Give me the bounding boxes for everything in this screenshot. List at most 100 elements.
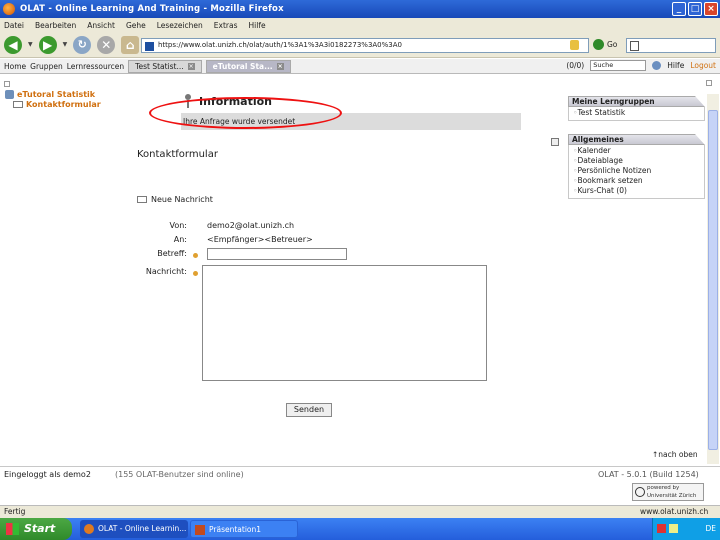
status-text: Fertig xyxy=(4,507,26,516)
close-button[interactable]: × xyxy=(704,2,718,16)
stop-icon[interactable]: ✕ xyxy=(97,35,116,54)
browser-statusbar: Fertig www.olat.unizh.ch xyxy=(0,505,720,518)
start-button[interactable]: Start xyxy=(0,518,72,540)
window-titlebar: OLAT - Online Learning And Training - Mo… xyxy=(0,0,720,18)
message-counter[interactable]: (0/0) xyxy=(566,61,584,70)
tab-etutoral-statistik[interactable]: eTutoral Sta... × xyxy=(205,59,291,73)
portlet-body: Kalender Dateiablage Persönliche Notizen… xyxy=(568,145,705,199)
vertical-scrollbar[interactable] xyxy=(707,94,719,464)
menu-bookmarks[interactable]: Lesezeichen xyxy=(157,21,203,30)
portlet-title: Meine Lerngruppen xyxy=(568,96,705,107)
portlet-link-calendar[interactable]: Kalender xyxy=(573,146,704,156)
portlet-my-groups: Meine Lerngruppen Test Statistik xyxy=(568,96,705,121)
powered-by: powered by xyxy=(647,485,680,491)
back-dropdown-icon[interactable]: ▼ xyxy=(28,41,33,48)
search-engine-icon[interactable] xyxy=(630,41,639,51)
forward-dropdown-icon[interactable]: ▼ xyxy=(63,41,68,48)
window-title: OLAT - Online Learning And Training - Mo… xyxy=(20,4,284,14)
taskbar-item-label: OLAT - Online Learnin... xyxy=(98,524,187,533)
portlet-link[interactable]: Test Statistik xyxy=(573,108,704,118)
tray-network-icon[interactable] xyxy=(669,524,678,533)
message-label: Nachricht: xyxy=(145,267,187,276)
logout-link[interactable]: Logout xyxy=(690,61,716,70)
firefox-icon xyxy=(3,3,15,15)
scroll-thumb[interactable] xyxy=(708,110,718,450)
nav-groups[interactable]: Gruppen xyxy=(30,62,63,71)
tray-antivirus-icon[interactable] xyxy=(657,524,666,533)
menu-edit[interactable]: Bearbeiten xyxy=(35,21,76,30)
help-link[interactable]: Hilfe xyxy=(667,61,684,70)
portlet-title: Allgemeines xyxy=(568,134,705,145)
tab-label: Test Statist... xyxy=(135,61,184,71)
go-arrow-icon xyxy=(593,39,604,50)
reload-icon[interactable]: ↻ xyxy=(73,35,92,54)
page-title: Kontaktformular xyxy=(137,149,218,160)
collapse-right-icon[interactable] xyxy=(706,80,712,86)
menu-view[interactable]: Ansicht xyxy=(87,21,115,30)
tab-close-icon[interactable]: × xyxy=(187,62,195,70)
back-arrow-icon[interactable]: ◀ xyxy=(4,35,22,54)
new-message-heading: Neue Nachricht xyxy=(137,195,213,204)
powerpoint-icon xyxy=(195,525,205,535)
from-label: Von: xyxy=(169,221,187,230)
message-textarea[interactable] xyxy=(202,265,487,381)
portlet-link-files[interactable]: Dateiablage xyxy=(573,156,704,166)
portlet-link-chat[interactable]: Kurs-Chat (0) xyxy=(573,186,704,196)
portlet-general: Allgemeines Kalender Dateiablage Persönl… xyxy=(568,134,705,199)
to-top-link[interactable]: ↑nach oben xyxy=(652,450,698,459)
address-bar[interactable]: https://www.olat.unizh.ch/olat/auth/1%3A… xyxy=(141,38,589,53)
menu-go[interactable]: Gehe xyxy=(126,21,146,30)
required-icon xyxy=(193,253,198,258)
forward-arrow-icon[interactable]: ▶ xyxy=(38,35,57,54)
go-label: Go xyxy=(607,40,618,49)
olat-navbar: Home Gruppen Lernressourcen Test Statist… xyxy=(0,59,720,74)
portlet-link-notes[interactable]: Persönliche Notizen xyxy=(573,166,704,176)
highlight-annotation xyxy=(149,97,342,129)
tab-label: eTutoral Sta... xyxy=(212,61,273,71)
help-icon[interactable] xyxy=(652,61,662,70)
university-logo[interactable]: powered by Universität Zürich xyxy=(632,483,704,501)
portlet-toggle-icon[interactable] xyxy=(551,138,559,146)
home-icon[interactable]: ⌂ xyxy=(121,35,140,54)
taskbar-item-firefox[interactable]: OLAT - Online Learnin... xyxy=(80,520,188,538)
tree-root[interactable]: eTutoral Statistik xyxy=(0,90,130,99)
system-tray: DE xyxy=(652,518,720,540)
mail-icon xyxy=(137,196,147,203)
subject-input[interactable] xyxy=(207,248,347,260)
menu-bar: Datei Bearbeiten Ansicht Gehe Lesezeiche… xyxy=(0,18,720,32)
mail-icon xyxy=(13,101,23,108)
from-value: demo2@olat.unizh.ch xyxy=(207,221,295,230)
go-button[interactable]: Go xyxy=(593,39,617,50)
subject-label: Betreff: xyxy=(157,249,187,258)
required-icon xyxy=(193,271,198,276)
menu-tools[interactable]: Extras xyxy=(214,21,238,30)
tree-item-kontaktformular[interactable]: Kontaktformular xyxy=(0,100,130,109)
menu-help[interactable]: Hilfe xyxy=(249,21,266,30)
university-name: Universität Zürich xyxy=(647,493,697,499)
start-label: Start xyxy=(24,522,56,535)
olat-footer: Eingeloggt als demo2 (155 OLAT-Benutzer … xyxy=(0,466,720,504)
portlet-link-bookmark[interactable]: Bookmark setzen xyxy=(573,176,704,186)
portlet-body: Test Statistik xyxy=(568,107,705,121)
new-message-label: Neue Nachricht xyxy=(151,195,213,204)
window-controls: _ □ × xyxy=(672,2,718,16)
menu-file[interactable]: Datei xyxy=(4,21,24,30)
maximize-button[interactable]: □ xyxy=(688,2,702,16)
nav-home[interactable]: Home xyxy=(4,62,26,71)
to-label: An: xyxy=(173,235,187,244)
nav-resources[interactable]: Lernressourcen xyxy=(67,62,124,71)
browser-search-input[interactable] xyxy=(626,38,716,53)
send-button[interactable]: Senden xyxy=(286,403,332,417)
tray-language[interactable]: DE xyxy=(705,524,716,533)
status-host: www.olat.unizh.ch xyxy=(640,507,709,516)
to-value: <Empfänger><Betreuer> xyxy=(207,235,313,244)
taskbar-item-powerpoint[interactable]: Präsentation1 xyxy=(190,520,298,538)
online-users[interactable]: (155 OLAT-Benutzer sind online) xyxy=(115,470,244,479)
minimize-button[interactable]: _ xyxy=(672,2,686,16)
olat-search-input[interactable]: Suche xyxy=(590,60,647,71)
tab-close-icon[interactable]: × xyxy=(276,62,284,70)
lock-icon[interactable] xyxy=(570,40,579,50)
version-info: OLAT - 5.0.1 (Build 1254) xyxy=(598,470,699,479)
windows-flag-icon xyxy=(6,523,19,535)
tab-test-statistik[interactable]: Test Statist... × xyxy=(128,59,202,73)
